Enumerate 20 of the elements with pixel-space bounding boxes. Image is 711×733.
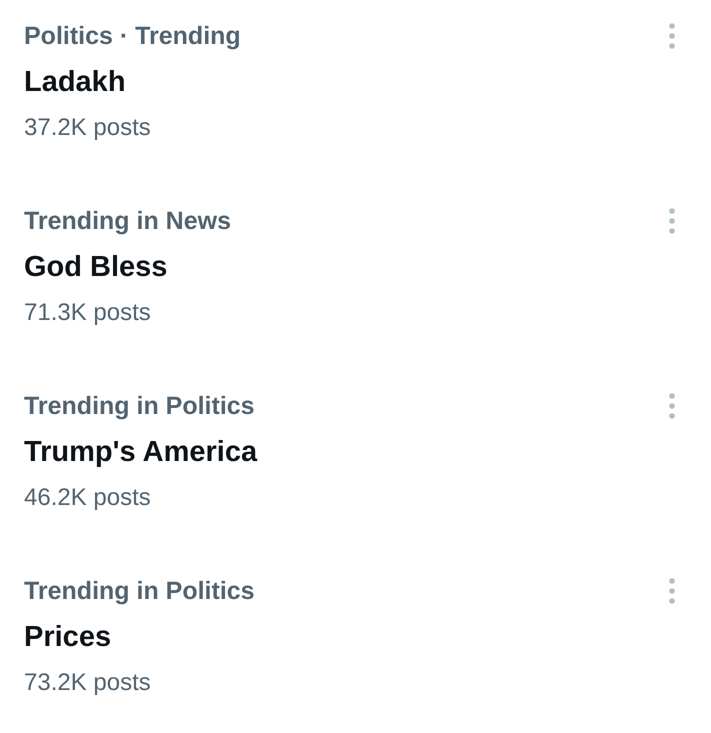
trend-title: Prices: [24, 620, 112, 655]
post-count: 73.2K posts: [24, 668, 151, 698]
trend-context: Trending in News: [24, 206, 231, 237]
trend-title: Trump's America: [24, 435, 258, 470]
trend-context: Trending in Politics: [24, 576, 255, 607]
trend-item[interactable]: Trending in Politics Prices 73.2K posts: [0, 555, 711, 733]
more-icon: [669, 578, 675, 604]
trend-context: Trending in Politics: [24, 391, 255, 422]
more-icon: [669, 208, 675, 234]
post-count: 71.3K posts: [24, 298, 151, 328]
trend-item[interactable]: Trending in News God Bless 71.3K posts: [0, 185, 711, 370]
post-count: 37.2K posts: [24, 113, 151, 143]
trend-item[interactable]: Politics · Trending Ladakh 37.2K posts: [0, 0, 711, 185]
trend-context: Politics · Trending: [24, 21, 241, 52]
trend-item[interactable]: Trending in Politics Trump's America 46.2K posts: [0, 370, 711, 555]
trend-title: God Bless: [24, 250, 168, 285]
more-icon: [669, 393, 675, 419]
post-count: 46.2K posts: [24, 483, 151, 513]
more-icon: [669, 23, 675, 49]
trend-title: Ladakh: [24, 65, 126, 100]
